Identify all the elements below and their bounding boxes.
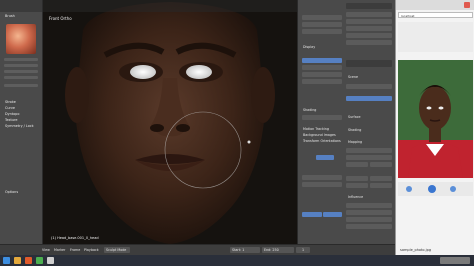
system-tray[interactable] xyxy=(440,257,470,264)
left-eye xyxy=(130,65,156,79)
prop-field[interactable] xyxy=(346,84,392,89)
viewer-filename: sample_photo.jpg xyxy=(400,248,432,252)
tool-shelf-header xyxy=(0,0,42,12)
shelf-item-options[interactable]: Options xyxy=(5,190,18,194)
viewport-object-label: (1) Head_base.001_0_head xyxy=(51,236,99,240)
3d-viewport[interactable]: Front Ortho (1) Head_base.001_0_head xyxy=(43,0,297,244)
prop-field[interactable] xyxy=(346,176,368,181)
radius-slider[interactable] xyxy=(4,64,38,67)
prop-field[interactable] xyxy=(346,155,392,160)
prop-field[interactable] xyxy=(346,183,368,188)
play-icon[interactable] xyxy=(428,185,436,193)
right-eye xyxy=(186,65,212,79)
prop-field[interactable] xyxy=(346,217,392,222)
properties-panel: Display Shading Motion Tracking Backgrou… xyxy=(297,0,395,244)
section-mapping[interactable]: Mapping xyxy=(348,140,362,144)
reference-photo xyxy=(398,60,473,178)
viewport-view-label: Front Ortho xyxy=(49,16,72,21)
section-background-images[interactable]: Background Images xyxy=(303,133,336,137)
prop-toggle[interactable] xyxy=(323,212,342,217)
prop-toggle[interactable] xyxy=(302,212,322,217)
prop-field[interactable] xyxy=(302,182,342,187)
outliner-row[interactable] xyxy=(346,33,392,38)
prop-field[interactable] xyxy=(302,15,342,20)
close-icon[interactable] xyxy=(464,2,470,8)
prop-field[interactable] xyxy=(370,183,392,188)
prop-toggle[interactable] xyxy=(302,58,342,63)
prop-field[interactable] xyxy=(302,65,342,70)
prop-toggle[interactable] xyxy=(316,155,334,160)
shelf-item-stroke[interactable]: Stroke xyxy=(5,100,16,104)
browser-window: localhost sample_photo.jpg xyxy=(395,0,474,255)
browser-tab-bar[interactable] xyxy=(396,0,474,10)
blender-icon[interactable] xyxy=(25,257,32,264)
prop-field[interactable] xyxy=(346,148,392,153)
prop-field[interactable] xyxy=(302,175,342,180)
shelf-item-dyntopo[interactable]: Dyntopo xyxy=(5,112,19,116)
section-surface[interactable]: Surface xyxy=(348,115,361,119)
timeline-menu-marker[interactable]: Marker xyxy=(54,248,65,252)
prop-field[interactable] xyxy=(370,176,392,181)
section-display[interactable]: Display xyxy=(303,45,315,49)
tab-scene[interactable]: Scene xyxy=(348,75,358,79)
timeline-menu-frame[interactable]: Frame xyxy=(70,248,80,252)
viewport-header xyxy=(43,0,297,12)
app-icon[interactable] xyxy=(47,257,54,264)
current-frame-value: 1 xyxy=(302,248,305,252)
address-bar[interactable]: localhost xyxy=(398,12,473,18)
address-text: localhost xyxy=(401,13,415,18)
section-motion-tracking[interactable]: Motion Tracking xyxy=(303,127,329,131)
prop-field[interactable] xyxy=(370,162,392,167)
section-transform-orientations[interactable]: Transform Orientations xyxy=(303,139,341,143)
section-shading-mat[interactable]: Shading xyxy=(348,128,361,132)
outliner-row[interactable] xyxy=(346,12,392,17)
shelf-item-texture[interactable]: Texture xyxy=(5,118,17,122)
shelf-item-curve[interactable]: Curve xyxy=(5,106,15,110)
prop-field[interactable] xyxy=(302,115,342,120)
timeline-menu-playback[interactable]: Playback xyxy=(84,248,99,252)
page-content-area xyxy=(398,22,473,52)
end-frame-label: End: 250 xyxy=(264,248,279,252)
outliner-row[interactable] xyxy=(346,26,392,31)
outliner-row[interactable] xyxy=(346,19,392,24)
brush-panel-label: Brush xyxy=(5,14,15,18)
brush-name-field[interactable] xyxy=(4,58,38,61)
strength-slider[interactable] xyxy=(4,70,38,73)
autosmooth-slider[interactable] xyxy=(4,76,38,79)
prop-field[interactable] xyxy=(302,79,342,84)
prop-field[interactable] xyxy=(346,210,392,215)
properties-header xyxy=(346,3,392,9)
prop-field[interactable] xyxy=(302,22,342,27)
start-frame-label: Start: 1 xyxy=(232,248,245,252)
section-shading[interactable]: Shading xyxy=(303,108,316,112)
sculpted-head-model xyxy=(43,0,297,244)
prop-field[interactable] xyxy=(346,162,368,167)
section-influence[interactable]: Influence xyxy=(348,195,363,199)
shelf-item-symmetry[interactable]: Symmetry / Lock xyxy=(5,124,34,128)
prop-field[interactable] xyxy=(346,224,392,229)
direction-toggle[interactable] xyxy=(4,84,38,87)
prop-field[interactable] xyxy=(346,203,392,208)
outliner-row[interactable] xyxy=(346,40,392,45)
mode-label: Sculpt Mode xyxy=(106,248,127,252)
timeline-menu-view[interactable]: View xyxy=(42,248,50,252)
explorer-icon[interactable] xyxy=(14,257,21,264)
browser-icon[interactable] xyxy=(36,257,43,264)
active-material-slot[interactable] xyxy=(346,96,392,101)
prop-field[interactable] xyxy=(302,72,342,77)
start-icon[interactable] xyxy=(3,257,10,264)
viewer-controls xyxy=(398,182,473,196)
timeline-header: View Marker Frame Playback Sculpt Mode S… xyxy=(0,244,395,255)
properties-tabs[interactable] xyxy=(346,60,392,67)
tool-shelf: Brush Stroke Curve Dyntopo Texture Symme… xyxy=(0,0,43,244)
previous-icon[interactable] xyxy=(406,186,412,192)
windows-taskbar xyxy=(0,255,474,266)
prop-field[interactable] xyxy=(302,29,342,34)
next-icon[interactable] xyxy=(450,186,456,192)
brush-preview-icon[interactable] xyxy=(6,24,36,54)
